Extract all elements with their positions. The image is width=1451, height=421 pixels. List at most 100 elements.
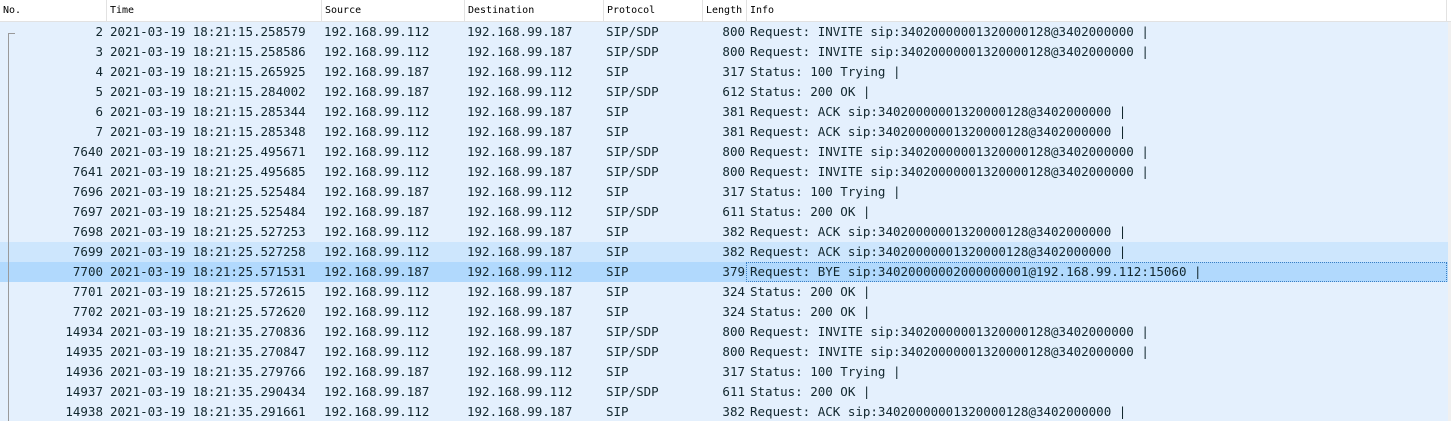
- column-header-source[interactable]: Source: [322, 0, 465, 22]
- packet-row[interactable]: 7699 2021-03-19 18:21:25.527258 192.168.99…: [0, 242, 1451, 262]
- cell-time: 2021-03-19 18:21:35.270836: [110, 324, 306, 339]
- cell-source: 192.168.99.112: [324, 144, 430, 159]
- cell-source: 192.168.99.187: [324, 264, 430, 279]
- cell-no: 14937: [65, 384, 103, 399]
- packet-row[interactable]: 7701 2021-03-19 18:21:25.572615 192.168.99…: [0, 282, 1451, 302]
- packet-row[interactable]: 5 2021-03-19 18:21:15.284002 192.168.99.18…: [0, 82, 1451, 102]
- column-header-label: Length: [706, 5, 743, 16]
- cell-destination: 192.168.99.187: [467, 244, 573, 259]
- cell-no: 7698: [72, 224, 103, 239]
- packet-row[interactable]: 14938 2021-03-19 18:21:35.291661 192.168.9…: [0, 402, 1451, 421]
- cell-length: 382: [722, 404, 745, 419]
- cell-length: 611: [722, 204, 745, 219]
- cell-length: 800: [722, 344, 745, 359]
- cell-no: 14938: [65, 404, 103, 419]
- column-header-label: Time: [110, 5, 135, 16]
- column-header-no[interactable]: No.: [0, 0, 107, 22]
- cell-info: Status: 100 Trying |: [750, 64, 901, 79]
- cell-protocol: SIP: [606, 104, 629, 119]
- cell-time: 2021-03-19 18:21:15.284002: [110, 84, 306, 99]
- cell-destination: 192.168.99.187: [467, 44, 573, 59]
- cell-no: 7701: [72, 284, 103, 299]
- cell-length: 382: [722, 224, 745, 239]
- cell-length: 611: [722, 384, 745, 399]
- cell-protocol: SIP: [606, 184, 629, 199]
- cell-source: 192.168.99.112: [324, 304, 430, 319]
- cell-source: 192.168.99.112: [324, 244, 430, 259]
- cell-info: Status: 200 OK |: [750, 284, 871, 299]
- column-header-length[interactable]: Length: [703, 0, 747, 22]
- cell-source: 192.168.99.112: [324, 224, 430, 239]
- cell-length: 379: [722, 264, 745, 279]
- cell-no: 7641: [72, 164, 103, 179]
- cell-length: 800: [722, 324, 745, 339]
- cell-no: 2: [95, 24, 103, 39]
- cell-length: 317: [722, 364, 745, 379]
- cell-length: 800: [722, 24, 745, 39]
- cell-protocol: SIP: [606, 364, 629, 379]
- cell-destination: 192.168.99.187: [467, 224, 573, 239]
- cell-destination: 192.168.99.187: [467, 284, 573, 299]
- cell-no: 5: [95, 84, 103, 99]
- cell-time: 2021-03-19 18:21:25.525484: [110, 204, 306, 219]
- column-header-info[interactable]: Info: [747, 0, 1447, 22]
- packet-row[interactable]: 7640 2021-03-19 18:21:25.495671 192.168.99…: [0, 142, 1451, 162]
- cell-no: 7702: [72, 304, 103, 319]
- cell-info: Status: 200 OK |: [750, 84, 871, 99]
- cell-no: 7699: [72, 244, 103, 259]
- packet-row[interactable]: 14934 2021-03-19 18:21:35.270836 192.168.9…: [0, 322, 1451, 342]
- packet-row[interactable]: 7696 2021-03-19 18:21:25.525484 192.168.99…: [0, 182, 1451, 202]
- packet-row[interactable]: 7700 2021-03-19 18:21:25.571531 192.168.99…: [0, 262, 1451, 282]
- cell-length: 317: [722, 64, 745, 79]
- packet-row[interactable]: 7641 2021-03-19 18:21:25.495685 192.168.99…: [0, 162, 1451, 182]
- cell-source: 192.168.99.112: [324, 404, 430, 419]
- cell-info: Request: BYE sip:34020000002000000001@19…: [750, 264, 1202, 279]
- cell-destination: 192.168.99.187: [467, 304, 573, 319]
- packet-row[interactable]: 2 2021-03-19 18:21:15.258579 192.168.99.11…: [0, 22, 1451, 42]
- cell-protocol: SIP/SDP: [606, 324, 659, 339]
- cell-info: Request: INVITE sip:34020000001320000128…: [750, 324, 1149, 339]
- column-header-label: Source: [325, 5, 362, 16]
- cell-source: 192.168.99.112: [324, 24, 430, 39]
- cell-source: 192.168.99.112: [324, 104, 430, 119]
- cell-time: 2021-03-19 18:21:25.525484: [110, 184, 306, 199]
- cell-time: 2021-03-19 18:21:15.265925: [110, 64, 306, 79]
- cell-protocol: SIP: [606, 124, 629, 139]
- cell-no: 7: [95, 124, 103, 139]
- cell-length: 382: [722, 244, 745, 259]
- cell-source: 192.168.99.112: [324, 124, 430, 139]
- cell-protocol: SIP: [606, 404, 629, 419]
- cell-info: Request: INVITE sip:34020000001320000128…: [750, 344, 1149, 359]
- cell-time: 2021-03-19 18:21:35.291661: [110, 404, 306, 419]
- packet-row[interactable]: 7 2021-03-19 18:21:15.285348 192.168.99.11…: [0, 122, 1451, 142]
- cell-info: Status: 200 OK |: [750, 204, 871, 219]
- cell-protocol: SIP/SDP: [606, 384, 659, 399]
- cell-time: 2021-03-19 18:21:35.270847: [110, 344, 306, 359]
- cell-length: 381: [722, 124, 745, 139]
- column-header-time[interactable]: Time: [107, 0, 322, 22]
- cell-info: Request: INVITE sip:34020000001320000128…: [750, 44, 1149, 59]
- packet-row[interactable]: 7698 2021-03-19 18:21:25.527253 192.168.99…: [0, 222, 1451, 242]
- cell-no: 14936: [65, 364, 103, 379]
- packet-row[interactable]: 14936 2021-03-19 18:21:35.279766 192.168.9…: [0, 362, 1451, 382]
- packet-row[interactable]: 7697 2021-03-19 18:21:25.525484 192.168.99…: [0, 202, 1451, 222]
- cell-protocol: SIP: [606, 264, 629, 279]
- packet-row[interactable]: 4 2021-03-19 18:21:15.265925 192.168.99.18…: [0, 62, 1451, 82]
- packet-row[interactable]: 14937 2021-03-19 18:21:35.290434 192.168.9…: [0, 382, 1451, 402]
- cell-no: 7697: [72, 204, 103, 219]
- packet-row[interactable]: 3 2021-03-19 18:21:15.258586 192.168.99.11…: [0, 42, 1451, 62]
- cell-info: Status: 200 OK |: [750, 384, 871, 399]
- packet-list-pane: No. Time Source Destination Protocol Length In…: [0, 0, 1451, 421]
- packet-row[interactable]: 7702 2021-03-19 18:21:25.572620 192.168.99…: [0, 302, 1451, 322]
- cell-protocol: SIP/SDP: [606, 204, 659, 219]
- column-header-protocol[interactable]: Protocol: [604, 0, 703, 22]
- cell-destination: 192.168.99.187: [467, 104, 573, 119]
- packet-row[interactable]: 14935 2021-03-19 18:21:35.270847 192.168.9…: [0, 342, 1451, 362]
- cell-info: Request: ACK sip:34020000001320000128@34…: [750, 104, 1127, 119]
- column-header-destination[interactable]: Destination: [465, 0, 604, 22]
- cell-destination: 192.168.99.187: [467, 144, 573, 159]
- cell-time: 2021-03-19 18:21:25.527253: [110, 224, 306, 239]
- packet-row[interactable]: 6 2021-03-19 18:21:15.285344 192.168.99.11…: [0, 102, 1451, 122]
- cell-length: 612: [722, 84, 745, 99]
- cell-protocol: SIP/SDP: [606, 24, 659, 39]
